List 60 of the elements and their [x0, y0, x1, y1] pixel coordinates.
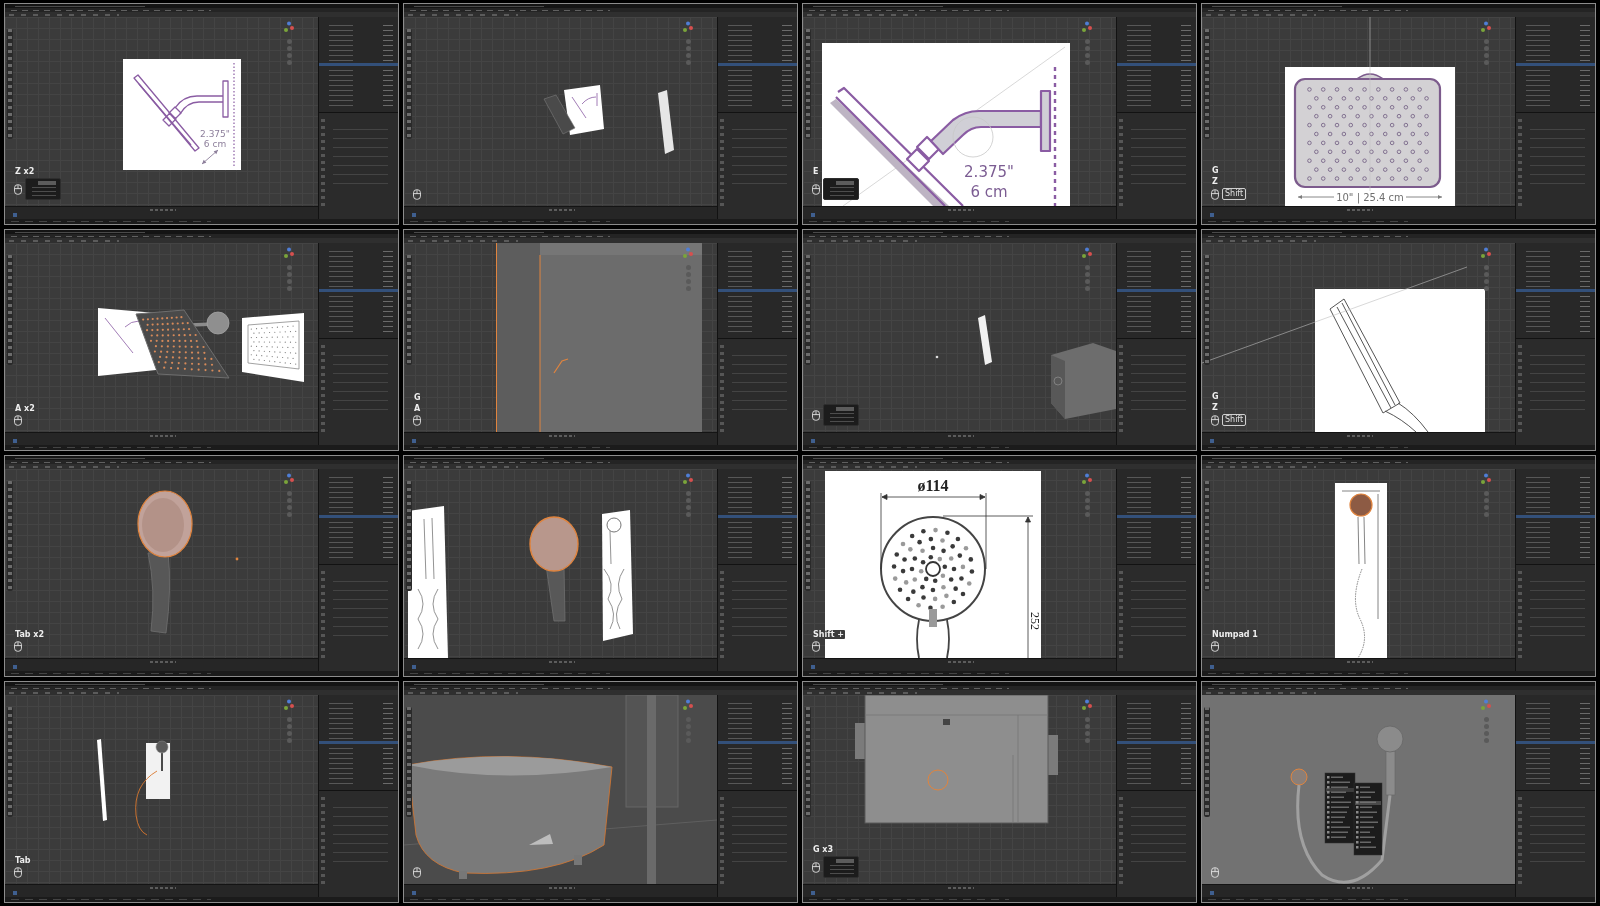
modifier-key: Shift [1222, 188, 1247, 200]
key-label: Shift + [812, 630, 845, 639]
dimension-label: 2.375" [964, 163, 1014, 181]
key-label: Numpad 1 [1211, 630, 1259, 639]
key-label: A [413, 404, 422, 413]
key-label: G x3 [812, 845, 835, 854]
hand-shower-model [1376, 725, 1404, 796]
navigation-gizmo-icon [681, 21, 695, 35]
rotate-gizmo [952, 116, 994, 158]
fixture-model [943, 719, 950, 725]
navigation-gizmo-icon [282, 21, 296, 35]
dimension-label: 10" | 25.4 cm [1336, 192, 1404, 203]
navigation-gizmo-icon [1479, 21, 1493, 35]
dimension-arrow [1297, 195, 1335, 199]
key-label: A x2 [14, 404, 36, 413]
key-label: Z [1211, 177, 1219, 186]
navigation-gizmo-icon [681, 473, 695, 487]
key-label: G [1211, 166, 1220, 175]
navigation-gizmo-icon [282, 247, 296, 261]
navigation-gizmo-icon [681, 699, 695, 713]
modifier-key: Shift [1222, 414, 1247, 426]
plane-fragment [529, 834, 553, 845]
dimension-label: 2.375" [200, 129, 230, 139]
hand-shower-model [1349, 493, 1373, 517]
navigation-gizmo-icon [1080, 473, 1094, 487]
origin-dot [935, 355, 939, 359]
navigation-gizmo-icon [1479, 473, 1493, 487]
reference-image [564, 85, 604, 135]
key-label: E [812, 167, 820, 176]
key-label: G [413, 393, 422, 402]
navigation-gizmo-icon [1479, 247, 1493, 261]
key-label: Z [1211, 403, 1219, 412]
navigation-gizmo-icon [1479, 699, 1493, 713]
navigation-gizmo-icon [282, 699, 296, 713]
navigation-gizmo-icon [1080, 247, 1094, 261]
key-label: Tab [14, 856, 32, 865]
dimension-label: ø114 [917, 477, 949, 494]
dimension-label: 6 cm [203, 139, 227, 149]
wall-outlet-model [1290, 768, 1308, 786]
reference-plane [658, 90, 674, 154]
context-menu [1324, 772, 1356, 844]
shower-arm-model [553, 358, 569, 374]
hose-model [135, 770, 158, 836]
navigation-gizmo-icon [1080, 699, 1094, 713]
navigation-gizmo-icon [681, 247, 695, 261]
hand-shower-model [155, 740, 169, 772]
reference-plane [978, 315, 992, 365]
dimension-arrow [1405, 195, 1443, 199]
dimension-label: 6 cm [970, 183, 1008, 201]
shower-head-model [543, 94, 576, 135]
key-label: G [1211, 392, 1220, 401]
selected-object-outline [927, 769, 949, 791]
key-label: Z x2 [14, 167, 36, 176]
origin-dot [235, 557, 239, 561]
reference-image [242, 313, 304, 382]
dimension-arrow [201, 149, 219, 165]
navigation-gizmo-icon [1080, 21, 1094, 35]
navigation-gizmo-icon [282, 473, 296, 487]
dimension-label: 252 [1028, 612, 1042, 630]
key-label: Tab x2 [14, 630, 46, 639]
